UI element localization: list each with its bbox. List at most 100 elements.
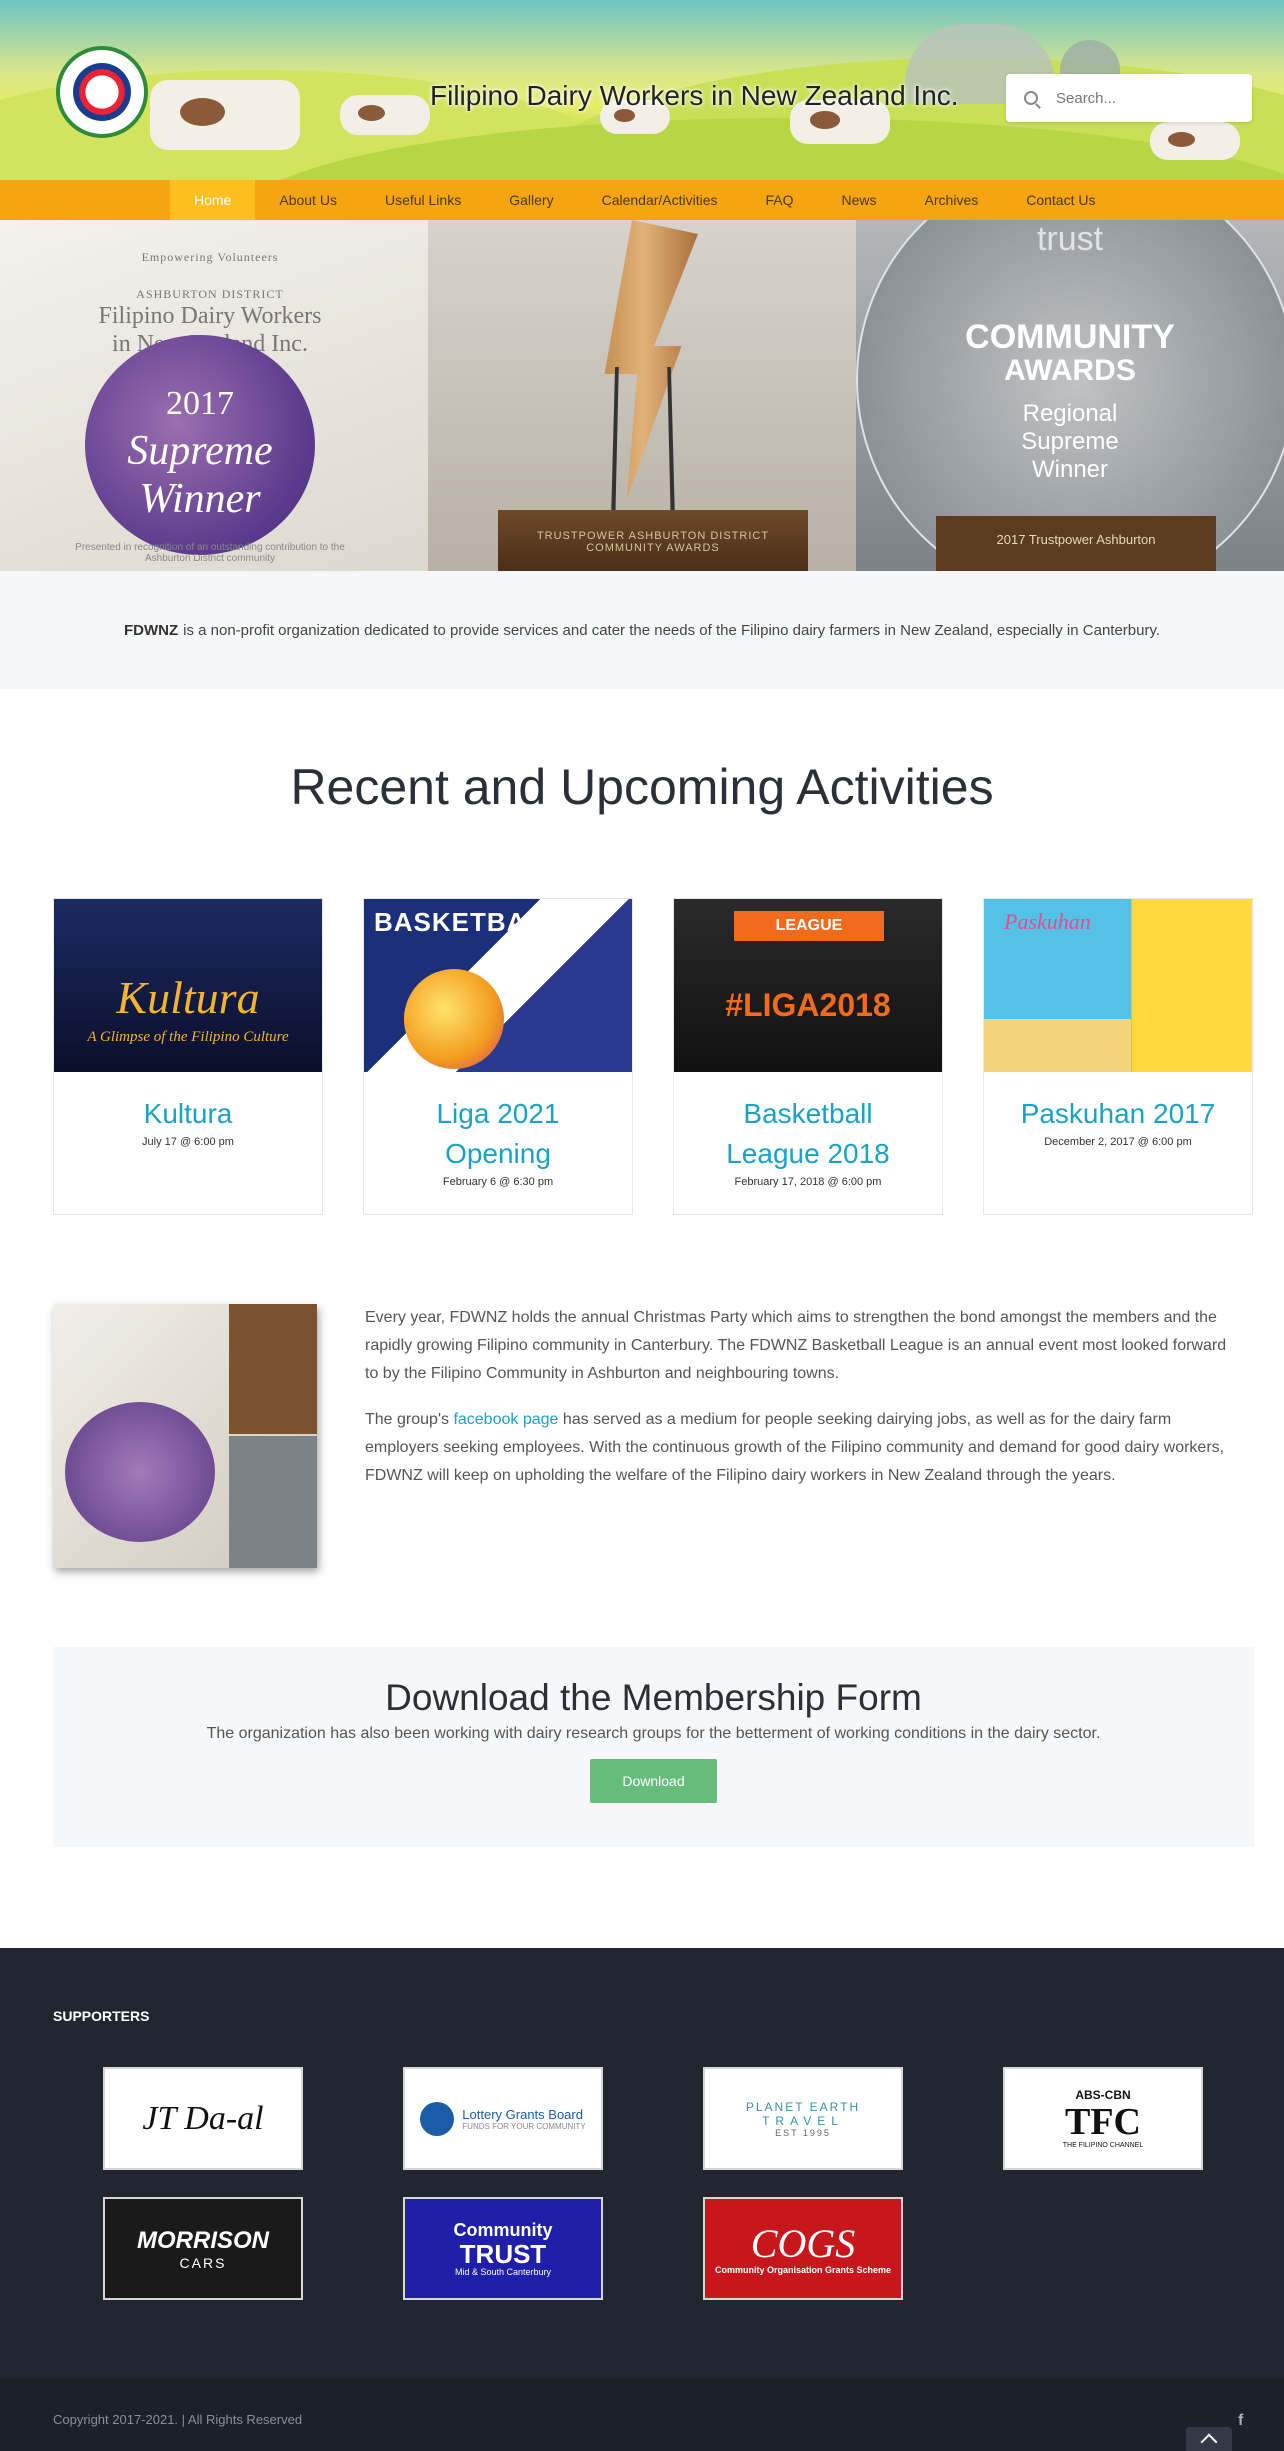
activity-title[interactable]: Basketball League 2018 [674,1094,942,1174]
search-input[interactable] [1056,89,1236,107]
certificate-award-line1: Supreme [127,428,273,474]
activity-title[interactable]: Liga 2021 Opening [364,1094,632,1174]
activity-title[interactable]: Kultura [54,1094,322,1134]
supporter-name: ABS-CBN [1075,2088,1131,2102]
beach-illustration [984,1019,1132,1072]
certificate-award-line2: Winner [139,476,261,522]
membership-title: Download the Membership Form [385,1677,922,1718]
supporter-tagline: THE FILIPINO CHANNEL [1062,2142,1144,2149]
trophy-photo: TRUSTPOWER ASHBURTON DISTRICT COMMUNITY … [428,220,856,571]
thumbnail-title: BASKETBALL [374,907,561,937]
supporter-name: MORRISON [137,2226,269,2254]
supporter-tagline: CARS [179,2254,227,2271]
nav-news[interactable]: News [818,180,901,220]
facebook-icon[interactable]: f [1238,2412,1243,2430]
footer: SUPPORTERS JT Da-al Lottery Grants Board… [0,1948,1284,2378]
nav-faq[interactable]: FAQ [742,180,818,220]
supporter-big: TFC [1065,2101,1141,2143]
certificate-footer: Presented in recognition of an outstandi… [75,542,345,564]
activity-thumbnail[interactable]: Kultura A Glimpse of the Filipino Cultur… [54,899,322,1072]
collage-trophy [229,1304,317,1434]
nav-archives[interactable]: Archives [901,180,1003,220]
nav-about-us[interactable]: About Us [255,180,361,220]
activity-card-basketball-league-2018[interactable]: LEAGUE #LIGA2018 Basketball League 2018 … [673,898,943,1215]
facebook-page-link[interactable]: facebook page [453,1411,558,1428]
basketball-icon [404,969,504,1069]
membership-text: The organization has also been working w… [206,1725,1101,1742]
supporter-logo: Lottery Grants Board FUNDS FOR YOUR COMM… [420,2101,586,2136]
search-icon [1024,91,1038,105]
supporter-tagline: FUNDS FOR YOUR COMMUNITY [462,2121,586,2131]
thumbnail-title: #LIGA2018 [725,987,891,1023]
activity-thumbnail[interactable]: BASKETBALL [364,899,632,1072]
search-box[interactable] [1006,74,1252,122]
story-paragraph-2: The group's facebook page has served as … [365,1406,1235,1490]
supporter-jt-daal[interactable]: JT Da-al [103,2067,303,2170]
activity-card-paskuhan-2017[interactable]: Paskuhan Paskuhan 2017 December 2, 2017 … [983,898,1253,1215]
story-text: Every year, FDWNZ holds the annual Chris… [365,1304,1235,1508]
activity-card-kultura[interactable]: Kultura A Glimpse of the Filipino Cultur… [53,898,323,1215]
collage-award [229,1436,317,1568]
thumbnail-subtitle: A Glimpse of the Filipino Culture [87,1029,289,1045]
membership-section: Download the Membership Form The organiz… [53,1647,1254,1847]
nav-gallery[interactable]: Gallery [485,180,577,220]
story-paragraph-1: Every year, FDWNZ holds the annual Chris… [365,1309,1227,1382]
awards-collage-image [53,1304,317,1568]
supporter-lottery-grants-board[interactable]: Lottery Grants Board FUNDS FOR YOUR COMM… [403,2067,603,2170]
copyright-bar: Copyright 2017-2021. | All Rights Reserv… [0,2378,1284,2451]
activity-date: February 6 @ 6:30 pm [442,1176,554,1188]
trophy-plate: TRUSTPOWER ASHBURTON DISTRICT COMMUNITY … [536,530,770,554]
about-org-abbr: FDWNZ [123,621,179,639]
activity-thumbnail[interactable]: Paskuhan [984,899,1252,1072]
certificate-top: Empowering Volunteers [141,250,279,264]
supporter-abs-cbn-tfc[interactable]: ABS-CBN TFC THE FILIPINO CHANNEL [1003,2067,1203,2170]
collage-badge [65,1402,215,1542]
site-logo[interactable] [56,46,148,138]
hero-banner: Empowering Volunteers ASHBURTON DISTRICT… [0,220,1284,571]
supporter-morrison-cars[interactable]: MORRISON CARS [103,2197,303,2300]
thumbnail-title: Kultura [116,972,260,1023]
award-line4: Supreme [1021,428,1119,455]
supporter-name: COGS [750,2220,856,2266]
supporter-community-trust[interactable]: Community TRUST Mid & South Canterbury [403,2197,603,2300]
award-line1: COMMUNITY [965,318,1175,356]
activity-date: December 2, 2017 @ 6:00 pm [1044,1136,1192,1148]
certificate-org-line1: Filipino Dairy Workers [98,303,322,329]
about-strip: FDWNZ is a non-profit organization dedic… [0,571,1284,689]
supporter-tagline: TRAVEL [762,2113,844,2128]
supporter-tagline: Mid & South Canterbury [454,2267,552,2277]
supporter-name: JT Da-al [142,2099,264,2137]
thumbnail-title: Paskuhan [1004,909,1091,934]
supporter-big: TRUST [459,2239,547,2269]
nav-home[interactable]: Home [170,180,256,220]
cow-illustration [150,80,300,150]
certificate-district: ASHBURTON DISTRICT [136,287,284,301]
cow-illustration [1150,122,1240,160]
scroll-to-top-button[interactable] [1186,2427,1232,2451]
award-line2: AWARDS [1004,354,1136,387]
download-button[interactable]: Download [590,1759,717,1803]
lottery-logo-icon [420,2101,455,2136]
site-header: Filipino Dairy Workers in New Zealand In… [0,0,1284,180]
certificate-photo: Empowering Volunteers ASHBURTON DISTRICT… [0,220,428,571]
activity-title[interactable]: Paskuhan 2017 [984,1094,1252,1134]
logo-emblem-icon [73,63,131,121]
nav-contact-us[interactable]: Contact Us [1002,180,1119,220]
supporter-planet-earth-travel[interactable]: PLANET EARTH TRAVEL EST 1995 [703,2067,903,2170]
nav-calendar-activities[interactable]: Calendar/Activities [578,180,742,220]
activity-thumbnail[interactable]: LEAGUE #LIGA2018 [674,899,942,1072]
activities-heading: Recent and Upcoming Activities [290,759,994,815]
supporter-est: EST 1995 [775,2127,831,2138]
nav-useful-links[interactable]: Useful Links [361,180,485,220]
supreme-winner-badge: 2017 Supreme Winner [85,335,315,555]
trophy-base: TRUSTPOWER ASHBURTON DISTRICT COMMUNITY … [498,510,808,571]
award-brand: trust [1036,220,1104,258]
activity-date: July 17 @ 6:00 pm [142,1136,234,1148]
award-line3: Regional [1022,400,1118,427]
activity-card-liga-2021[interactable]: BASKETBALL Liga 2021 Opening February 6 … [363,898,633,1215]
main-nav: Home About Us Useful Links Gallery Calen… [0,180,1284,220]
award-line5: Winner [1031,456,1109,483]
supporter-cogs[interactable]: COGS Community Organisation Grants Schem… [703,2197,903,2300]
supporters-heading: SUPPORTERS [53,2008,150,2024]
award-base: 2017 Trustpower Ashburton [936,516,1216,571]
